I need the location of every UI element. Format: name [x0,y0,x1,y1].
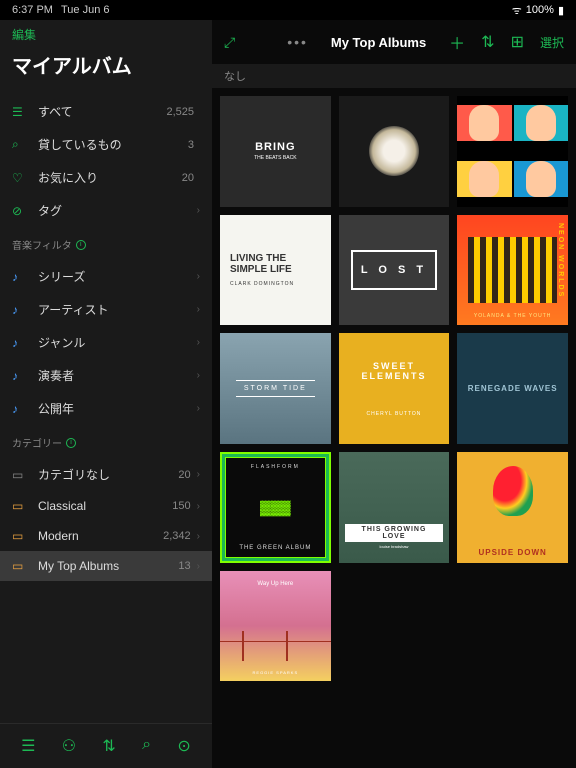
select-button[interactable]: 選択 [540,34,564,51]
wifi-icon: ᯤ [512,3,522,18]
album-item[interactable] [457,96,568,207]
sidebar: 編集 マイアルバム ☰ すべて 2,525 ⌕ 貸しているもの 3 ♡ お気に入… [0,20,212,768]
folder-icon: ▭ [12,499,28,513]
note-icon: ♪ [12,270,28,284]
folder-icon: ▭ [12,468,28,482]
album-item[interactable]: LIVING THE SIMPLE LIFECLARK DOMINGTON [220,215,331,326]
top-bar: ⤢ ••• My Top Albums ＋ ⇅ ⊞ 選択 [212,20,576,64]
filter-year[interactable]: ♪公開年› [0,392,212,425]
filter-header: 音楽フィルタ i [0,231,212,256]
profile-icon[interactable]: ⚇ [62,736,76,756]
album-art [369,126,419,176]
sort-button[interactable]: ⇅ [481,32,494,52]
category-my-top-albums[interactable]: ▭My Top Albums13› [0,551,212,581]
status-date: Tue Jun 6 [61,4,110,16]
album-item[interactable]: BRINGTHE BEATS BACK [220,96,331,207]
info-icon[interactable]: i [76,240,86,250]
sidebar-title: マイアルバム [0,50,212,91]
search-icon[interactable]: ⌕ [142,736,151,756]
more-icon[interactable]: ••• [287,34,308,50]
folder-icon: ▭ [12,529,28,543]
category-modern[interactable]: ▭Modern2,342› [0,521,212,551]
grid-view-icon[interactable]: ⊞ [511,32,524,52]
stack-icon: ☰ [12,105,28,119]
note-icon: ♪ [12,303,28,317]
list-icon[interactable]: ☰ [21,736,35,756]
chevron-right-icon: › [197,205,200,216]
album-item[interactable]: RENEGADE WAVES [457,333,568,444]
filter-performer[interactable]: ♪演奏者› [0,359,212,392]
main-panel: ⤢ ••• My Top Albums ＋ ⇅ ⊞ 選択 なし BRINGTHE… [212,20,576,768]
battery-percent: 100% [526,4,554,16]
category-classical[interactable]: ▭Classical150› [0,491,212,521]
note-icon: ♪ [12,336,28,350]
edit-button[interactable]: 編集 [12,28,36,42]
sidebar-item-favorites[interactable]: ♡ お気に入り 20 [0,161,212,194]
sidebar-item-tags[interactable]: ⊘ タグ › [0,194,212,227]
tag-icon: ⊘ [12,204,28,218]
album-item[interactable]: STORM TIDE [220,333,331,444]
sidebar-item-all[interactable]: ☰ すべて 2,525 [0,95,212,128]
filter-series[interactable]: ♪シリーズ› [0,260,212,293]
category-none[interactable]: ▭カテゴリなし20› [0,458,212,491]
info-icon[interactable]: i [66,438,76,448]
album-item[interactable]: Way Up HereREGGIE SPARKS [220,571,331,682]
filter-genre[interactable]: ♪ジャンル› [0,326,212,359]
play-icon[interactable]: ⊙ [177,736,190,756]
sidebar-item-lending[interactable]: ⌕ 貸しているもの 3 [0,128,212,161]
album-item[interactable]: NEON WORLDSYOLANDA & THE YOUTH [457,215,568,326]
album-item[interactable]: SWEET ELEMENTSCHERYL BUTTON [339,333,450,444]
category-header: カテゴリー i [0,429,212,454]
page-title: My Top Albums [320,35,437,50]
bottom-toolbar: ☰ ⚇ ⇅ ⌕ ⊙ [0,723,212,768]
add-button[interactable]: ＋ [449,30,465,54]
album-item[interactable]: FLASHFORM▓▓▓THE GREEN ALBUM [220,452,331,563]
sort-label[interactable]: なし [212,64,576,88]
person-icon: ⌕ [12,137,28,152]
battery-icon: ▮ [558,4,564,17]
folder-icon: ▭ [12,559,28,573]
album-item[interactable]: UPSIDE DOWN [457,452,568,563]
status-time: 6:37 PM [12,4,53,16]
heart-icon: ♡ [12,171,28,185]
album-item[interactable]: L O S T [339,215,450,326]
status-bar: 6:37 PM Tue Jun 6 ᯤ 100% ▮ [0,0,576,20]
expand-icon[interactable]: ⤢ [224,34,235,51]
note-icon: ♪ [12,402,28,416]
album-grid: BRINGTHE BEATS BACK LIVING THE SIMPLE LI… [212,88,576,768]
filter-icon[interactable]: ⇅ [102,736,115,756]
album-item[interactable] [339,96,450,207]
filter-artist[interactable]: ♪アーティスト› [0,293,212,326]
album-item[interactable]: THIS GROWING LOVElouise bradshaw [339,452,450,563]
note-icon: ♪ [12,369,28,383]
